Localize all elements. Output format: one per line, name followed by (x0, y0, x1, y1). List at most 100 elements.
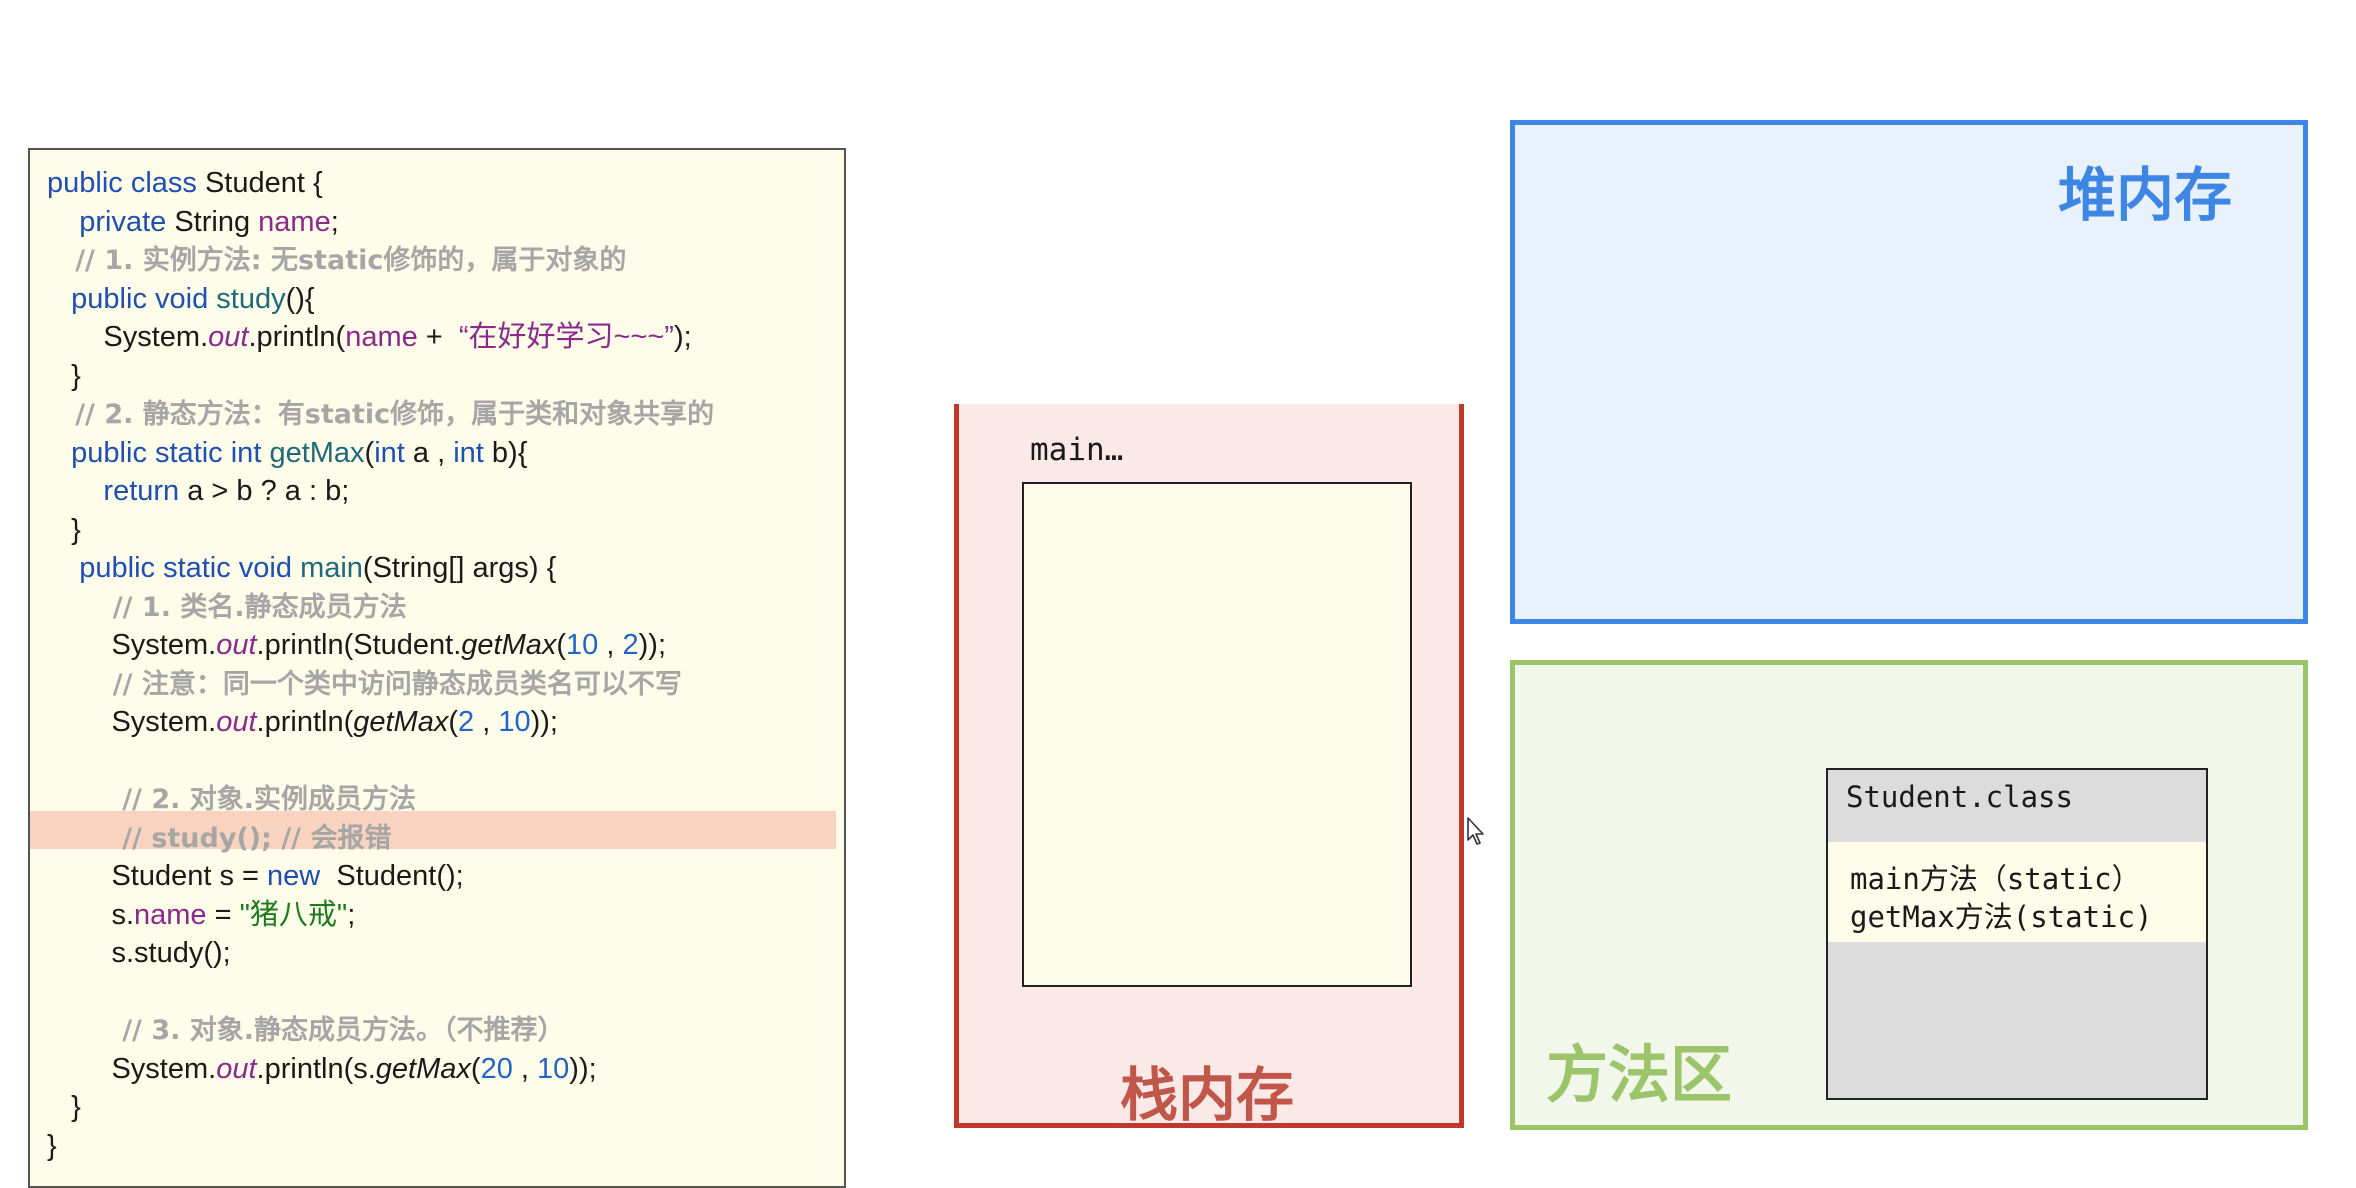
code-line: Student s = new Student(); (30, 857, 861, 895)
code-token: } (47, 359, 81, 392)
code-line: // 2. 静态方法：有static修饰，属于类和对象共享的 (30, 395, 861, 433)
code-token: Student s = (47, 860, 268, 892)
code-token: a , (412, 436, 454, 469)
code-token: public void (71, 282, 217, 315)
code-token: + (417, 321, 459, 353)
code-line: // 1. 实例方法: 无static修饰的，属于对象的 (30, 241, 861, 279)
code-token: ( (364, 436, 375, 469)
code-token: 10 (537, 1052, 570, 1085)
main-stack-frame (1022, 482, 1412, 987)
code-panel: public class Student { private String na… (28, 148, 846, 1188)
code-token: // 3. 对象.静态成员方法。（不推荐） (47, 1015, 565, 1046)
code-token: // 1. 类名.静态成员方法 (47, 591, 407, 623)
heap-memory-title: 堆内存 (2058, 161, 2233, 229)
code-token: .println( (256, 706, 354, 738)
code-line: } (30, 511, 861, 549)
class-method-getmax: getMax方法(static) (1850, 900, 2153, 934)
code-token: 2 (622, 629, 639, 661)
code-line: System.out.println(name + “在好好学习~~~”); (30, 318, 861, 356)
code-token: )); (530, 706, 558, 738)
code-token: out (216, 706, 257, 738)
code-token: return (103, 475, 188, 507)
code-line: public static void main(String[] args) { (30, 549, 861, 587)
code-line: } (30, 357, 861, 395)
code-line: System.out.println(Student.getMax(10 , 2… (30, 626, 861, 664)
code-token: b){ (491, 436, 528, 469)
code-token: public class (47, 167, 205, 199)
code-token: } (47, 1129, 57, 1162)
stack-memory-title: 栈内存 (1120, 1061, 1295, 1129)
code-token: System. (47, 629, 217, 661)
code-line: s.name = "猪八戒"; (30, 896, 861, 934)
code-line: public class Student { (30, 164, 861, 202)
code-token: )); (638, 629, 666, 661)
code-token: int (374, 436, 413, 469)
code-token: System. (47, 1052, 217, 1085)
code-line: System.out.println(getMax(2 , 10)); (30, 703, 861, 741)
code-token: s.study(); (47, 937, 231, 969)
code-token: ( (556, 629, 567, 661)
code-token: s. (47, 898, 135, 931)
code-line: // 注意：同一个类中访问静态成员类名可以不写 (30, 665, 861, 703)
code-token: ; (330, 205, 339, 238)
code-token: ); (673, 321, 692, 353)
code-token: .println(Student. (256, 629, 462, 661)
code-token: )); (569, 1052, 597, 1085)
code-token: name (345, 321, 418, 353)
code-token: out (216, 1052, 257, 1085)
code-token: (String[] args) { (362, 552, 557, 584)
code-token: , (474, 706, 499, 738)
code-line: return a > b ? a : b; (30, 472, 861, 510)
code-token: a > b ? a : b; (187, 475, 350, 507)
code-token: private (79, 205, 175, 238)
code-token: getMax (461, 629, 557, 661)
code-token: getMax (353, 706, 449, 738)
code-line: // 2. 对象.实例成员方法 (30, 780, 861, 818)
code-token: // 2. 静态方法：有static修饰，属于类和对象共享的 (47, 399, 715, 430)
code-token: main (300, 552, 363, 584)
code-line: s.study(); (30, 934, 861, 972)
code-token: 20 (480, 1052, 513, 1085)
code-token: “在好好学习~~~” (458, 321, 674, 353)
code-token: String (174, 205, 259, 238)
class-method-main: main方法（static） (1850, 862, 2141, 896)
stack-frame-label: main… (1030, 432, 1124, 468)
code-token: // 2. 对象.实例成员方法 (47, 784, 417, 815)
code-token: 10 (498, 706, 531, 738)
code-token: , (512, 1052, 538, 1085)
code-token: ( (470, 1052, 481, 1085)
code-token: name (258, 205, 331, 238)
code-token: Student { (204, 167, 323, 199)
code-line: } (30, 1088, 861, 1126)
code-token: Student(); (328, 860, 464, 892)
mouse-pointer-icon (1467, 817, 1484, 845)
code-token: , (598, 629, 623, 661)
code-token: System. (47, 321, 209, 353)
code-token: int (453, 436, 492, 469)
code-token: } (47, 1091, 81, 1123)
code-token: ( (448, 706, 459, 738)
code-token: (){ (285, 282, 315, 315)
code-token: 10 (566, 629, 599, 661)
code-token: ; (347, 898, 356, 931)
code-token: name (134, 898, 207, 931)
code-token: getMax (269, 436, 365, 469)
code-token: // 1. 实例方法: 无static修饰的，属于对象的 (47, 245, 627, 276)
code-token: public static int (71, 436, 270, 469)
code-line: // 3. 对象.静态成员方法。（不推荐） (30, 1011, 861, 1049)
code-line: public void study(){ (30, 280, 861, 318)
code-token: 2 (458, 706, 475, 738)
code-token: new (267, 860, 329, 892)
method-area-title: 方法区 (1546, 1038, 1733, 1111)
code-line: // 1. 类名.静态成员方法 (30, 588, 861, 626)
code-token: "猪八戒" (239, 898, 348, 931)
class-name-label: Student.class (1846, 780, 2073, 814)
code-line: } (30, 1127, 861, 1165)
code-token: getMax (375, 1052, 471, 1085)
code-line: public static int getMax(int a , int b){ (30, 434, 861, 472)
code-token: System. (47, 706, 217, 738)
